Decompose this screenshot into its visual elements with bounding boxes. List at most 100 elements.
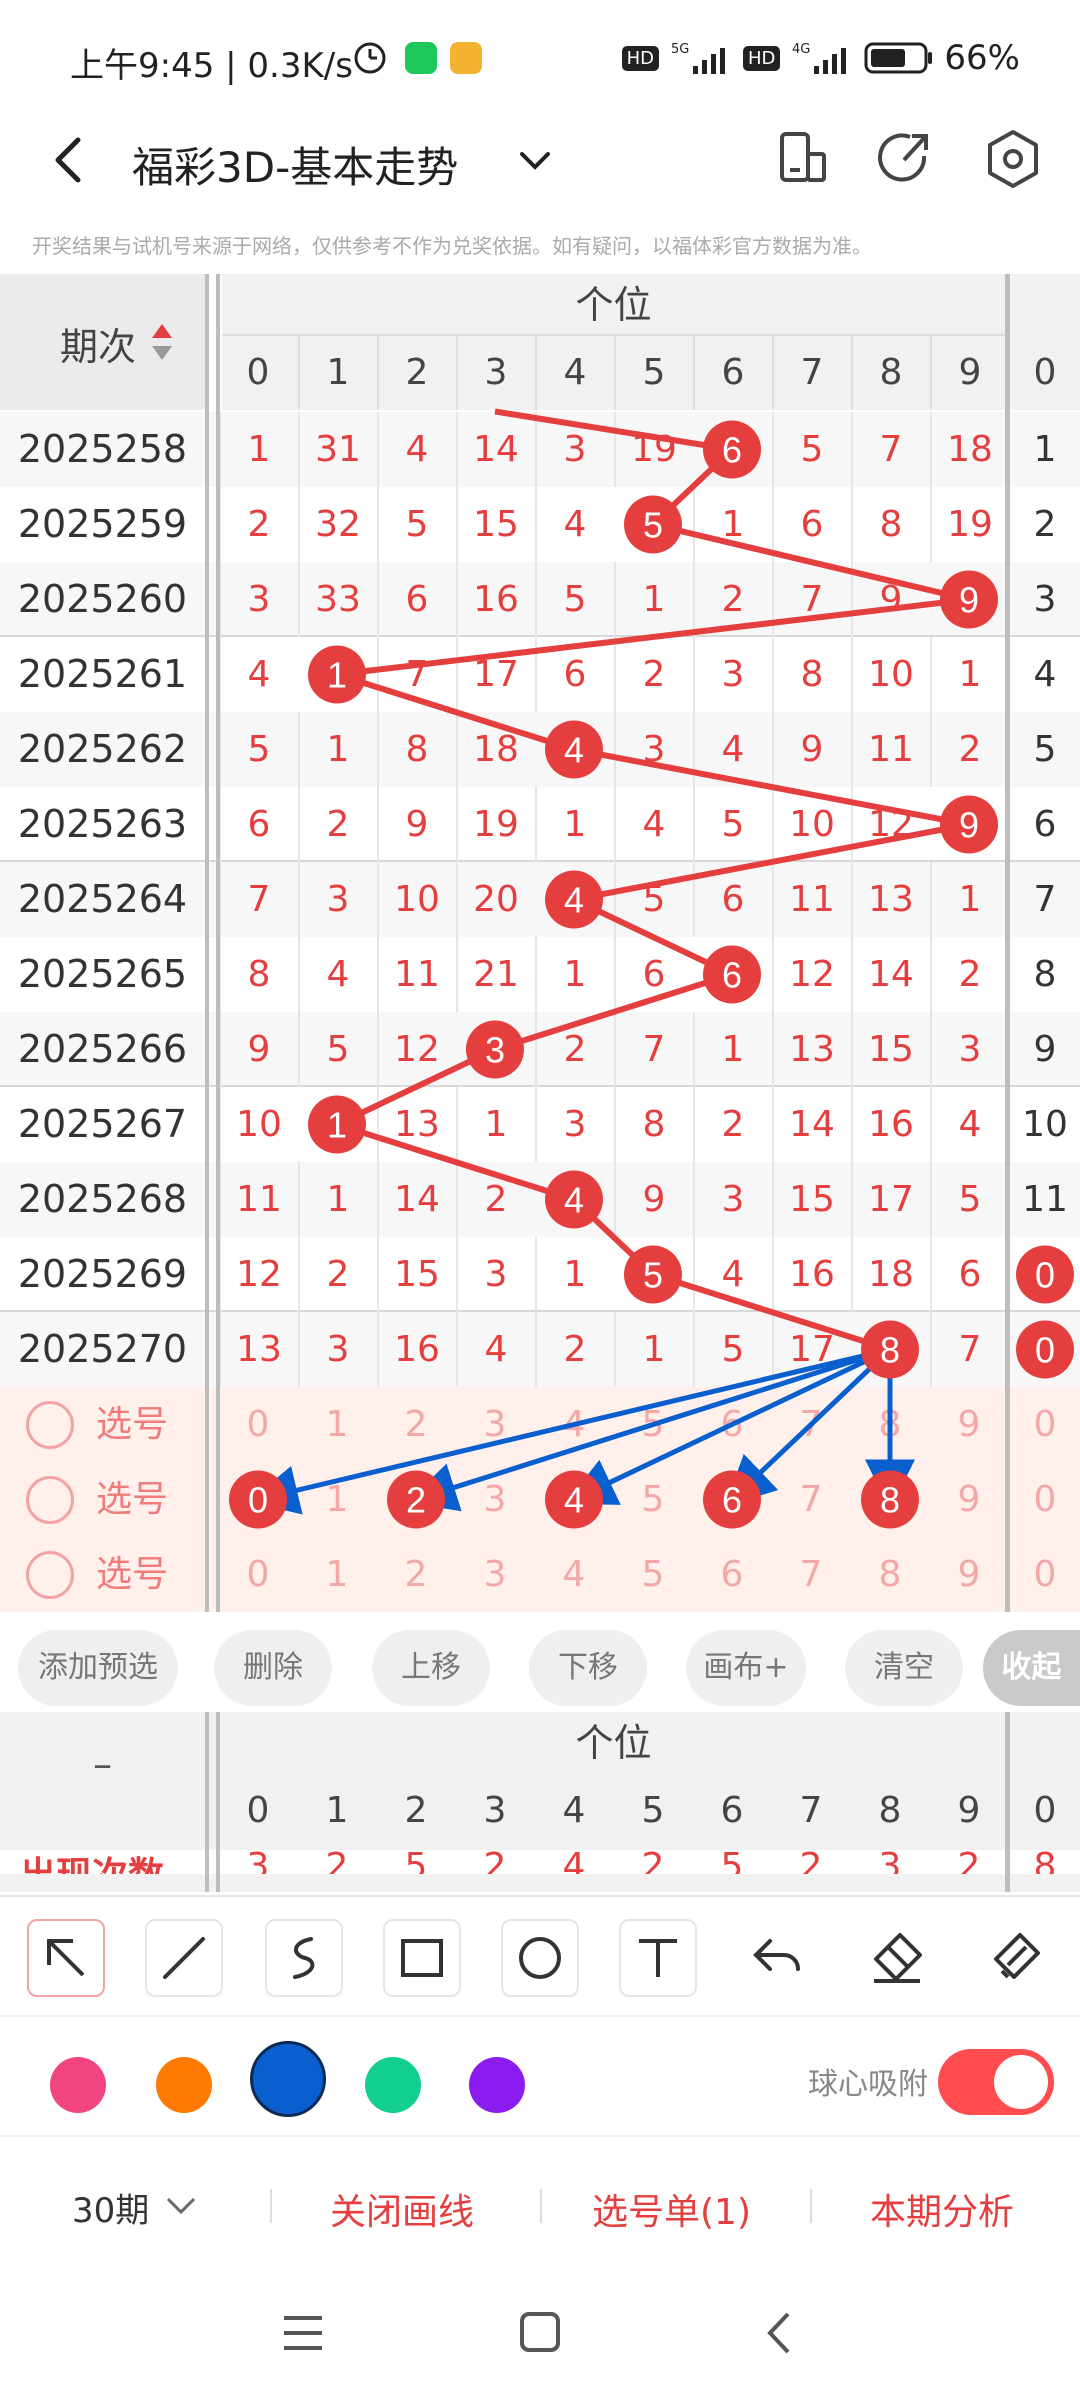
trend-chart: 期次 个位 0123456789 0 2025258 1 31 4 14 3 19 5 7 18 1… <box>0 274 1080 1892</box>
page-title[interactable]: 福彩3D-基本走势 <box>132 134 458 195</box>
stats-digit-header: 6 <box>720 1790 744 1831</box>
selected-ball[interactable]: 0 <box>229 1470 287 1529</box>
selected-ball[interactable]: 4 <box>545 1470 603 1529</box>
selected-ball[interactable]: 2 <box>387 1470 445 1529</box>
broom-icon[interactable] <box>978 1921 1052 1995</box>
color-blue-swatch[interactable] <box>250 2041 326 2117</box>
signal-4g-icon: 4G <box>792 42 847 74</box>
back-nav-icon[interactable] <box>758 2310 804 2356</box>
stats-value: 3 <box>246 1850 270 1874</box>
trend-lines: 6591494631458000 2 4 6 8 <box>229 408 1074 1529</box>
tool-curve[interactable] <box>265 1919 343 1997</box>
net-4g-label: 4G <box>792 42 810 57</box>
hit-ball[interactable]: 4 <box>545 870 603 929</box>
svg-text:4: 4 <box>564 1180 584 1221</box>
column-separator <box>216 1712 220 1892</box>
period-analysis-button[interactable]: 本期分析 <box>870 2183 1014 2235</box>
svg-text:5: 5 <box>643 505 663 546</box>
home-icon[interactable] <box>518 2310 564 2356</box>
arrow-pointer-icon <box>47 1939 85 1977</box>
tool-circle[interactable] <box>501 1919 579 1997</box>
color-pink-swatch[interactable] <box>50 2057 106 2113</box>
circle-icon <box>519 1937 561 1979</box>
svg-text:0: 0 <box>1035 1330 1055 1371</box>
stats-digit-header: 9 <box>957 1790 981 1831</box>
text-icon <box>639 1939 677 1977</box>
svg-text:1: 1 <box>327 655 347 696</box>
hd-badge: HD <box>621 45 660 71</box>
chevron-down-icon-small[interactable] <box>164 2193 198 2217</box>
stats-value: 4 <box>562 1850 586 1874</box>
extra-hit-ball[interactable]: 0 <box>1016 1320 1074 1379</box>
column-separator <box>1005 1712 1010 1892</box>
close-lines-button[interactable]: 关闭画线 <box>330 2183 474 2235</box>
move-up-button[interactable]: 上移 <box>372 1630 490 1706</box>
system-nav-bar <box>0 2265 1080 2400</box>
stats-value: 2 <box>641 1850 665 1874</box>
stats-digit-header: 4 <box>562 1790 586 1831</box>
net-5g-label: 5G <box>671 42 689 57</box>
svg-text:1: 1 <box>327 1105 347 1146</box>
hit-ball[interactable]: 8 <box>861 1320 919 1379</box>
svg-text:9: 9 <box>959 580 979 621</box>
stats-value: 2 <box>483 1850 507 1874</box>
status-icons <box>354 42 482 74</box>
hit-ball[interactable]: 6 <box>703 945 761 1004</box>
svg-text:8: 8 <box>880 1480 900 1521</box>
back-icon[interactable] <box>40 130 100 190</box>
hit-ball[interactable]: 1 <box>308 645 366 704</box>
color-green-swatch[interactable] <box>365 2057 421 2113</box>
move-down-button[interactable]: 下移 <box>529 1630 647 1706</box>
svg-text:4: 4 <box>564 880 584 921</box>
delete-button[interactable]: 删除 <box>214 1630 332 1706</box>
hit-ball[interactable]: 5 <box>624 495 682 554</box>
add-preselect-button[interactable]: 添加预选 <box>18 1630 178 1706</box>
hit-ball[interactable]: 4 <box>545 1170 603 1229</box>
divider <box>270 2189 272 2223</box>
phone-layout-icon[interactable] <box>770 126 836 192</box>
svg-text:8: 8 <box>880 1330 900 1371</box>
selected-ball[interactable]: 6 <box>703 1470 761 1529</box>
svg-text:0: 0 <box>1035 1255 1055 1296</box>
svg-text:4: 4 <box>564 730 584 771</box>
svg-text:6: 6 <box>722 430 742 471</box>
hit-ball[interactable]: 3 <box>466 1020 524 1079</box>
hit-ball[interactable]: 6 <box>703 420 761 479</box>
selected-ball[interactable]: 8 <box>861 1470 919 1529</box>
tool-select[interactable] <box>27 1919 105 1997</box>
rectangle-icon <box>401 1939 443 1977</box>
color-purple-swatch[interactable] <box>469 2057 525 2113</box>
tool-line[interactable] <box>145 1919 223 1997</box>
share-icon[interactable] <box>872 126 938 192</box>
hit-ball[interactable]: 1 <box>308 1095 366 1154</box>
tool-text[interactable] <box>619 1919 697 1997</box>
settings-icon[interactable] <box>980 126 1046 192</box>
stats-extra-header: 0 <box>1033 1790 1057 1831</box>
svg-text:4: 4 <box>564 1480 584 1521</box>
extra-hit-ball[interactable]: 0 <box>1016 1245 1074 1304</box>
chevron-down-icon[interactable] <box>510 136 560 186</box>
undo-icon[interactable] <box>740 1921 814 1995</box>
tool-rectangle[interactable] <box>383 1919 461 1997</box>
stats-digit-header: 3 <box>483 1790 507 1831</box>
clear-button[interactable]: 清空 <box>845 1630 963 1706</box>
color-picker-row: 球心吸附 <box>0 2015 1080 2135</box>
color-orange-swatch[interactable] <box>156 2057 212 2113</box>
stats-value: 3 <box>878 1850 902 1874</box>
menu-icon[interactable] <box>280 2310 326 2356</box>
toggle-knob <box>994 2055 1048 2109</box>
hit-ball[interactable]: 9 <box>940 795 998 854</box>
stats-digit-header: 2 <box>404 1790 428 1831</box>
hit-ball[interactable]: 4 <box>545 720 603 779</box>
disclaimer-text: 开奖结果与试机号来源于网络，仅供参考不作为兑奖依据。如有疑问，以福体彩官方数据为… <box>32 234 872 258</box>
drawing-toolbar <box>0 1895 1080 2015</box>
snap-toggle[interactable] <box>938 2049 1054 2115</box>
curve-icon <box>293 1937 315 1979</box>
collapse-button[interactable]: 收起 <box>983 1630 1080 1706</box>
period-count-select[interactable]: 30期 <box>72 2183 149 2232</box>
canvas-plus-button[interactable]: 画布+ <box>686 1630 806 1706</box>
selection-list-button[interactable]: 选号单(1) <box>592 2183 751 2235</box>
hit-ball[interactable]: 5 <box>624 1245 682 1304</box>
eraser-icon[interactable] <box>860 1921 934 1995</box>
hit-ball[interactable]: 9 <box>940 570 998 629</box>
